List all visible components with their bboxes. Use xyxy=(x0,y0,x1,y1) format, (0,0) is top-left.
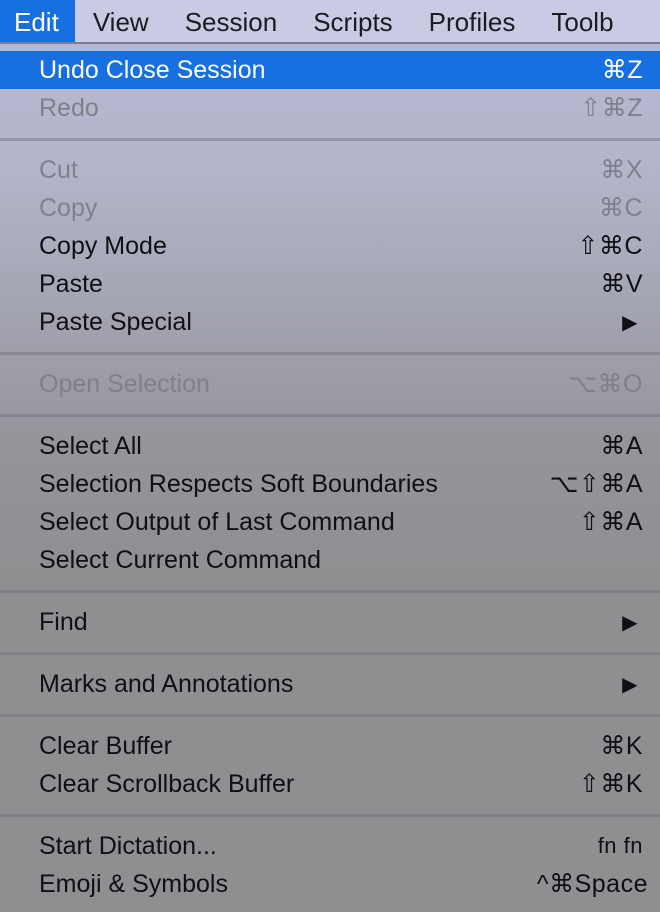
edit-menu-dropdown: Undo Close Session ⌘Z Redo ⇧⌘Z Cut ⌘X Co… xyxy=(0,44,660,912)
menu-item-label: Cut xyxy=(39,155,78,184)
menu-separator xyxy=(0,703,660,727)
menu-item-emoji-and-symbols[interactable]: Emoji & Symbols ^⌘Space xyxy=(0,865,660,903)
menu-separator xyxy=(0,127,660,151)
shortcut-label: ^⌘Space xyxy=(536,870,648,898)
submenu-arrow-icon: ▶ xyxy=(622,311,638,334)
shortcut-label: ⌥⇧⌘A xyxy=(549,470,643,498)
menu-item-label: Selection Respects Soft Boundaries xyxy=(39,469,438,498)
shortcut-label: ⇧⌘A xyxy=(578,508,643,536)
submenu-arrow-icon: ▶ xyxy=(622,673,638,696)
menu-item-copy: Copy ⌘C xyxy=(0,189,660,227)
menu-item-undo-close-session[interactable]: Undo Close Session ⌘Z xyxy=(0,51,660,89)
menubar-scripts[interactable]: Scripts xyxy=(295,0,410,42)
submenu-arrow-icon: ▶ xyxy=(622,611,638,634)
menu-item-paste-special[interactable]: Paste Special ▶ xyxy=(0,303,660,341)
menu-item-label: Copy xyxy=(39,193,98,222)
shortcut-label: ⇧⌘C xyxy=(577,232,643,260)
menu-item-select-current-command[interactable]: Select Current Command xyxy=(0,541,660,579)
menu-item-label: Clear Buffer xyxy=(39,731,172,760)
menu-item-select-output-of-last-command[interactable]: Select Output of Last Command ⇧⌘A xyxy=(0,503,660,541)
menu-item-open-selection: Open Selection ⌥⌘O xyxy=(0,365,660,403)
menubar-toolbelt[interactable]: Toolb xyxy=(533,0,631,42)
shortcut-label: ⌘A xyxy=(600,432,643,460)
menu-item-label: Emoji & Symbols xyxy=(39,869,228,898)
menu-item-label: Select Current Command xyxy=(39,545,322,574)
menu-item-paste[interactable]: Paste ⌘V xyxy=(0,265,660,303)
menu-item-label: Find xyxy=(39,607,88,636)
menu-bar: Edit View Session Scripts Profiles Toolb xyxy=(0,0,660,44)
menu-item-label: Select Output of Last Command xyxy=(39,507,395,536)
menu-item-clear-buffer[interactable]: Clear Buffer ⌘K xyxy=(0,727,660,765)
menubar-view[interactable]: View xyxy=(75,0,167,42)
shortcut-label: ⇧⌘Z xyxy=(580,94,643,122)
menu-item-label: Redo xyxy=(39,93,99,122)
menu-separator xyxy=(0,403,660,427)
menu-item-label: Paste Special xyxy=(39,307,192,336)
shortcut-label: ⌘Z xyxy=(601,56,643,84)
menu-item-label: Select All xyxy=(39,431,142,460)
menu-item-label: Marks and Annotations xyxy=(39,669,294,698)
menu-item-redo: Redo ⇧⌘Z xyxy=(0,89,660,127)
menu-item-label: Undo Close Session xyxy=(39,55,266,84)
menu-separator xyxy=(0,803,660,827)
shortcut-label: ⌘K xyxy=(600,732,643,760)
menu-item-clear-scrollback-buffer[interactable]: Clear Scrollback Buffer ⇧⌘K xyxy=(0,765,660,803)
menu-item-label: Start Dictation... xyxy=(39,831,217,860)
menu-separator xyxy=(0,641,660,665)
menu-item-start-dictation[interactable]: Start Dictation... fn fn xyxy=(0,827,660,865)
menubar-edit[interactable]: Edit xyxy=(0,0,75,42)
menu-item-label: Open Selection xyxy=(39,369,210,398)
shortcut-label: fn fn xyxy=(597,833,643,858)
shortcut-label: ⌘V xyxy=(600,270,643,298)
shortcut-label: ⌘C xyxy=(598,194,643,222)
menubar-profiles[interactable]: Profiles xyxy=(411,0,534,42)
menu-item-select-all[interactable]: Select All ⌘A xyxy=(0,427,660,465)
menu-item-label: Paste xyxy=(39,269,103,298)
menu-separator xyxy=(0,579,660,603)
menu-item-copy-mode[interactable]: Copy Mode ⇧⌘C xyxy=(0,227,660,265)
shortcut-label: ⌥⌘O xyxy=(568,370,643,398)
menu-item-selection-respects-soft-boundaries[interactable]: Selection Respects Soft Boundaries ⌥⇧⌘A xyxy=(0,465,660,503)
menu-item-label: Copy Mode xyxy=(39,231,167,260)
menu-item-marks-and-annotations[interactable]: Marks and Annotations ▶ xyxy=(0,665,660,703)
menu-item-label: Clear Scrollback Buffer xyxy=(39,769,295,798)
menu-item-find[interactable]: Find ▶ xyxy=(0,603,660,641)
menu-item-cut: Cut ⌘X xyxy=(0,151,660,189)
menubar-session[interactable]: Session xyxy=(167,0,296,42)
menu-separator xyxy=(0,341,660,365)
shortcut-label: ⌘X xyxy=(600,156,643,184)
shortcut-label: ⇧⌘K xyxy=(578,770,643,798)
